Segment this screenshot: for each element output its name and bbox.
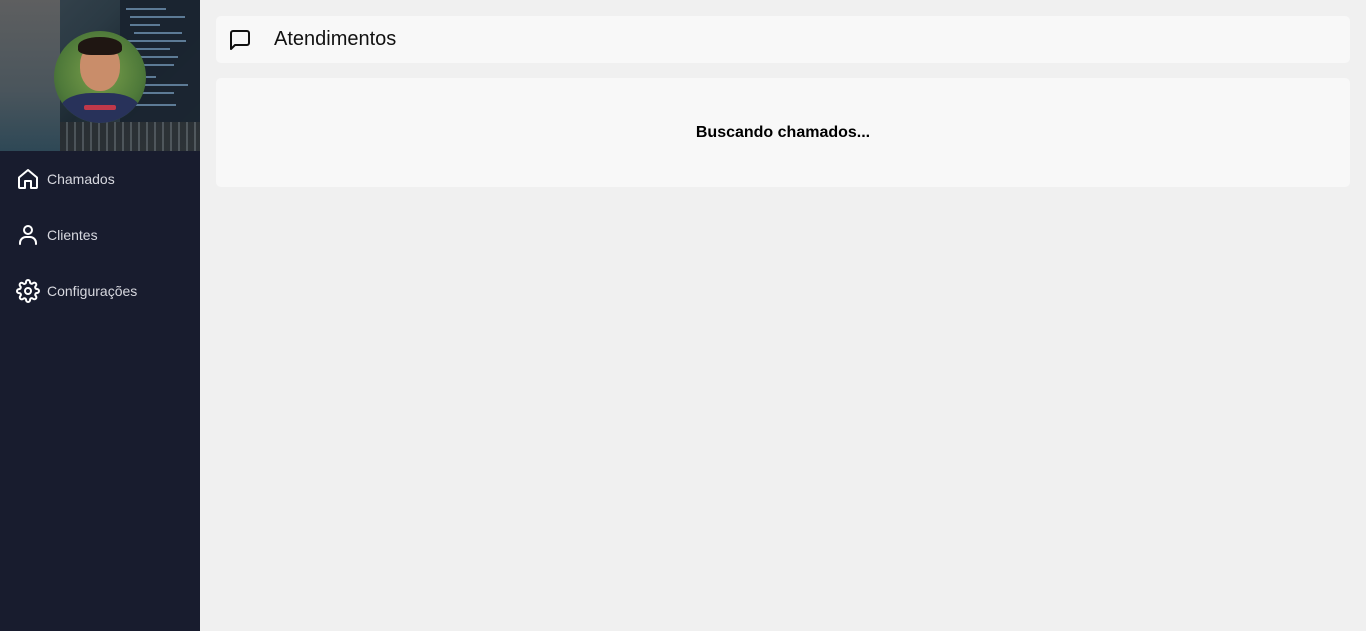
tickets-container: Buscando chamados... <box>216 78 1350 187</box>
header-background-keyboard <box>60 122 200 151</box>
page-header: Atendimentos <box>216 16 1350 63</box>
sidebar-item-chamados[interactable]: Chamados <box>0 151 200 207</box>
sidebar-header <box>0 0 200 151</box>
user-icon <box>16 223 40 247</box>
sidebar-item-clientes[interactable]: Clientes <box>0 207 200 263</box>
home-icon <box>16 167 40 191</box>
sidebar-item-label: Chamados <box>47 171 115 187</box>
page-title: Atendimentos <box>274 28 397 50</box>
sidebar-nav: Chamados Clientes Configurações <box>0 151 200 319</box>
avatar <box>54 31 146 123</box>
gear-icon <box>16 279 40 303</box>
header-background <box>0 0 60 151</box>
main-content: Atendimentos Buscando chamados... <box>200 0 1366 631</box>
sidebar-item-label: Configurações <box>47 283 138 299</box>
sidebar-item-label: Clientes <box>47 227 98 243</box>
loading-status: Buscando chamados... <box>695 123 871 141</box>
sidebar: Chamados Clientes Configurações <box>0 0 200 631</box>
message-square-icon <box>228 28 252 52</box>
sidebar-item-configuracoes[interactable]: Configurações <box>0 263 200 319</box>
